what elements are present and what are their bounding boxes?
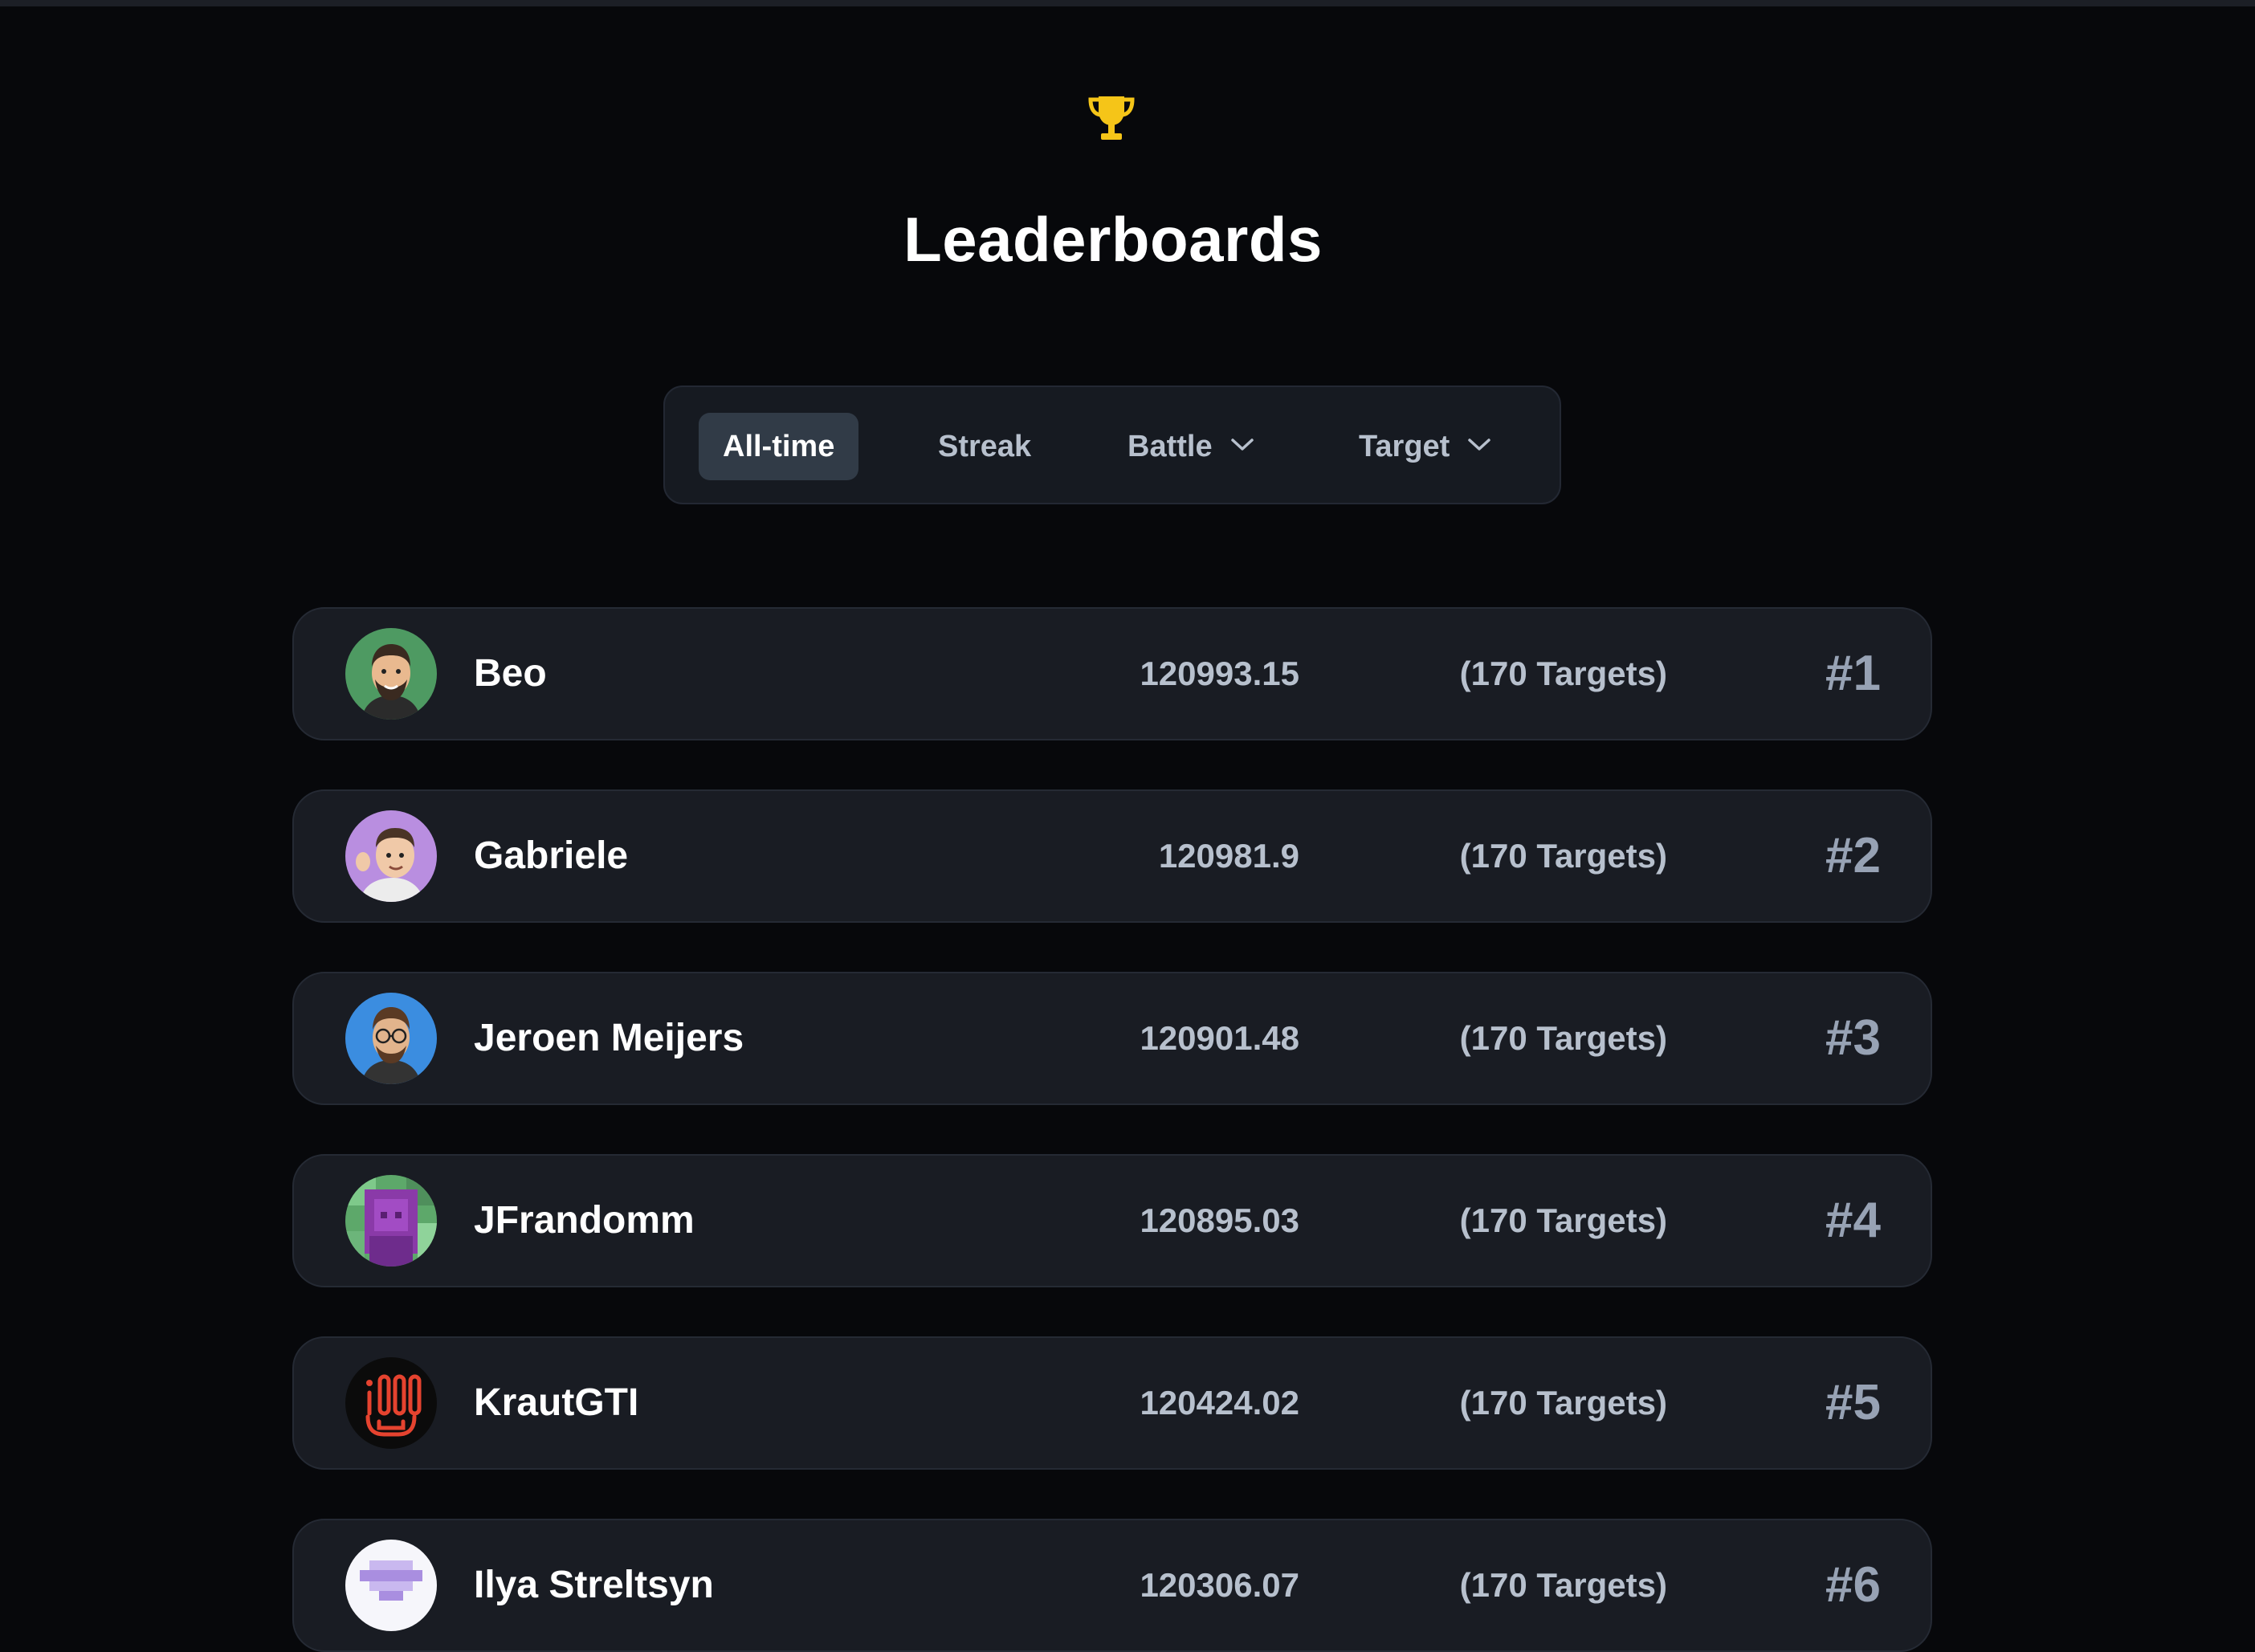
leaderboard-row[interactable]: Ilya Streltsyn 120306.07 (170 Targets) #… [292, 1519, 1932, 1652]
leaderboard-row[interactable]: JFrandomm 120895.03 (170 Targets) #4 [292, 1154, 1932, 1287]
avatar [345, 1175, 437, 1267]
tab-streak[interactable]: Streak [938, 413, 1031, 480]
leaderboard-row[interactable]: Gabriele 120981.9 (170 Targets) #2 [292, 789, 1932, 923]
player-rank: #1 [1825, 646, 1881, 701]
player-score: 120306.07 [1140, 1566, 1299, 1604]
player-rank: #2 [1825, 828, 1881, 883]
player-target-count: (170 Targets) [1459, 655, 1667, 692]
player-score: 120895.03 [1140, 1201, 1299, 1239]
avatar [345, 1540, 437, 1631]
tab-all-time[interactable]: All-time [699, 413, 859, 480]
player-score: 120901.48 [1140, 1019, 1299, 1057]
avatar [345, 1357, 437, 1449]
player-name: Beo [474, 652, 547, 695]
player-rank: #6 [1825, 1557, 1881, 1613]
avatar [345, 810, 437, 902]
player-name: Ilya Streltsyn [474, 1564, 714, 1606]
avatar [345, 993, 437, 1084]
player-rank: #4 [1825, 1193, 1881, 1248]
chevron-down-icon [1468, 438, 1491, 451]
tab-target-dropdown[interactable]: Target [1359, 413, 1491, 480]
player-score: 120993.15 [1140, 655, 1299, 692]
player-target-count: (170 Targets) [1459, 1384, 1667, 1422]
page-title: Leaderboards [903, 204, 1323, 275]
tab-label: Target [1359, 430, 1450, 463]
player-name: JFrandomm [474, 1199, 695, 1242]
player-target-count: (170 Targets) [1459, 837, 1667, 875]
player-name: KrautGTI [474, 1381, 639, 1424]
leaderboard-row[interactable]: KrautGTI 120424.02 (170 Targets) #5 [292, 1336, 1932, 1470]
player-rank: #3 [1825, 1010, 1881, 1066]
player-score: 120981.9 [1158, 837, 1299, 875]
tab-label: All-time [723, 430, 835, 463]
player-score: 120424.02 [1140, 1384, 1299, 1422]
player-target-count: (170 Targets) [1459, 1201, 1667, 1239]
player-target-count: (170 Targets) [1459, 1019, 1667, 1057]
tab-label: Battle [1128, 430, 1213, 463]
trophy-icon [1088, 96, 1135, 140]
leaderboard-row[interactable]: Beo 120993.15 (170 Targets) #1 [292, 607, 1932, 740]
player-name: Gabriele [474, 834, 629, 877]
chevron-down-icon [1230, 438, 1254, 451]
tab-battle-dropdown[interactable]: Battle [1128, 413, 1254, 480]
player-target-count: (170 Targets) [1459, 1566, 1667, 1604]
avatar [345, 628, 437, 720]
top-border [0, 0, 2255, 6]
player-name: Jeroen Meijers [474, 1017, 744, 1059]
player-rank: #5 [1825, 1375, 1881, 1430]
leaderboard-row[interactable]: Jeroen Meijers 120901.48 (170 Targets) #… [292, 972, 1932, 1105]
tab-label: Streak [938, 430, 1032, 463]
filter-tab-bar: All-time Streak Battle Target [663, 385, 1561, 504]
